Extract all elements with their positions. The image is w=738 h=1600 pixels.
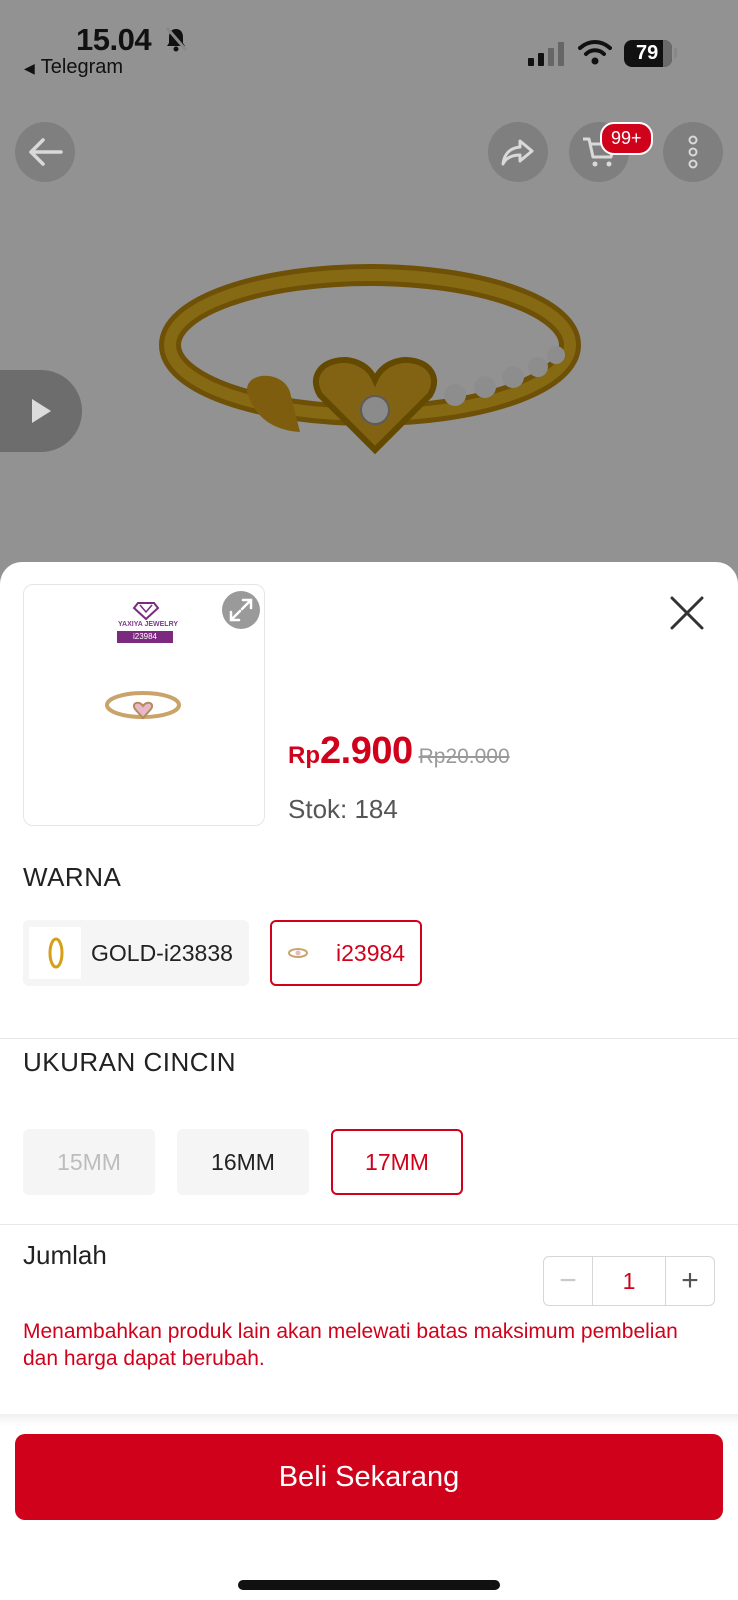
color-option-i23984[interactable]: i23984: [270, 920, 422, 986]
battery-level: 79: [636, 42, 659, 64]
original-price: Rp20.000: [418, 745, 510, 768]
close-icon: [670, 596, 704, 630]
wifi-icon: [578, 40, 612, 65]
brand-logo-icon: [132, 602, 160, 621]
price-value: 2.900: [320, 730, 413, 772]
product-thumbnail[interactable]: YAXIYA JEWELRY i23984: [23, 584, 265, 826]
size-option-15mm[interactable]: 15MM: [23, 1129, 155, 1195]
status-bar: 15.04 ◀ Telegram 79: [0, 0, 738, 90]
close-sheet-button[interactable]: [664, 590, 710, 636]
expand-icon: [229, 598, 253, 622]
color-option-gold-i23838[interactable]: GOLD-i23838: [23, 920, 249, 986]
price-currency: Rp: [288, 742, 320, 769]
product-code-label: i23984: [117, 631, 173, 643]
expand-image-button[interactable]: [222, 591, 260, 629]
more-options-button[interactable]: [663, 122, 723, 182]
more-vertical-icon: [688, 135, 698, 169]
decrease-quantity-button[interactable]: −: [544, 1257, 592, 1305]
variant-selection-sheet: YAXIYA JEWELRY i23984 Rp 2.900 Rp20.000 …: [0, 562, 738, 1600]
play-video-button[interactable]: [0, 370, 82, 452]
bell-slash-icon: [165, 27, 188, 52]
section-divider: [0, 1224, 738, 1225]
size-option-17mm[interactable]: 17MM: [331, 1129, 463, 1195]
option-swatch: [29, 927, 81, 979]
stock-label: Stok: 184: [288, 794, 398, 824]
ring-size-section-title: UKURAN CINCIN: [23, 1047, 237, 1077]
option-swatch: [278, 927, 318, 979]
back-button[interactable]: [15, 122, 75, 182]
size-option-label: 17MM: [365, 1148, 429, 1175]
battery-tip: [674, 48, 677, 58]
size-option-label: 16MM: [211, 1148, 275, 1175]
ring-swatch-icon: [48, 937, 64, 969]
footer-shadow: [0, 1414, 738, 1426]
ring-thumbnail-icon: [105, 691, 181, 720]
cellular-signal-icon: [528, 42, 564, 66]
back-app-label: Telegram: [40, 56, 124, 78]
share-icon: [501, 139, 534, 166]
quantity-label: Jumlah: [23, 1240, 107, 1270]
share-button[interactable]: [488, 122, 548, 182]
quantity-input[interactable]: 1: [592, 1257, 666, 1305]
status-time: 15.04: [76, 22, 152, 57]
battery-indicator: 79: [624, 40, 672, 67]
buy-now-button[interactable]: Beli Sekarang: [15, 1434, 723, 1520]
brand-name: YAXIYA JEWELRY: [118, 621, 179, 628]
purchase-limit-warning: Menambahkan produk lain akan melewati ba…: [23, 1320, 678, 1370]
color-option-label: GOLD-i23838: [91, 939, 233, 966]
increase-quantity-button[interactable]: +: [666, 1257, 714, 1305]
home-indicator[interactable]: [238, 1580, 500, 1590]
size-option-16mm[interactable]: 16MM: [177, 1129, 309, 1195]
section-divider: [0, 1038, 738, 1039]
back-to-app-link[interactable]: ◀ Telegram: [24, 56, 123, 79]
size-option-label: 15MM: [57, 1148, 121, 1175]
ring-swatch-icon: [288, 948, 308, 958]
color-option-label: i23984: [336, 939, 406, 966]
back-triangle-icon: ◀: [24, 60, 35, 76]
cart-count-badge: 99+: [600, 122, 653, 155]
quantity-stepper: − 1 +: [543, 1256, 715, 1306]
arrow-left-icon: [29, 138, 63, 166]
price-row: Rp 2.900 Rp20.000: [288, 730, 510, 773]
color-section-title: WARNA: [23, 862, 122, 892]
play-icon: [32, 399, 51, 423]
